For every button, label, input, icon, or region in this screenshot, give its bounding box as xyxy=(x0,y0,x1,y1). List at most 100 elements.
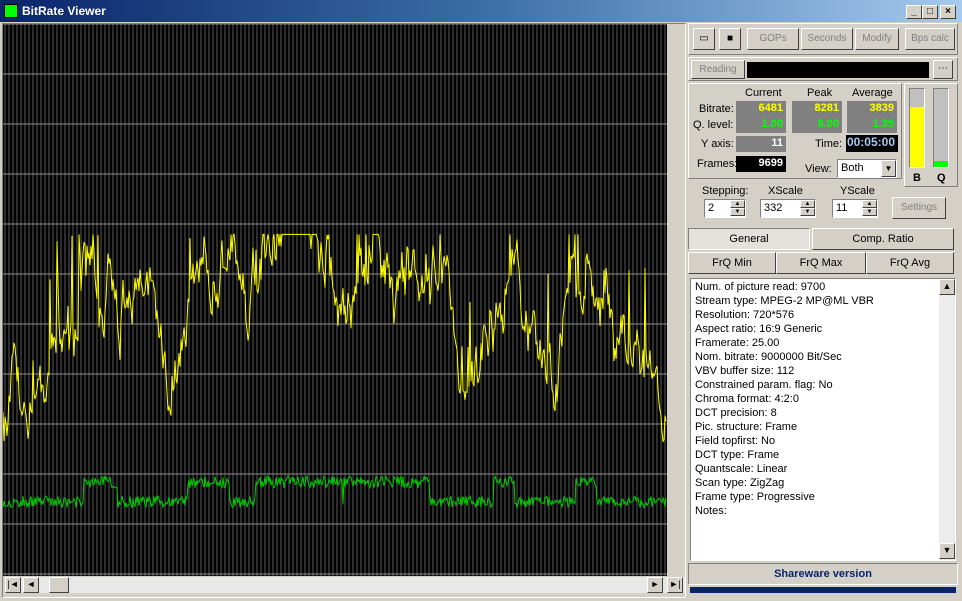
yscale-up-button[interactable]: ▲ xyxy=(862,200,877,208)
reading-progress-bar xyxy=(747,62,929,78)
info-line: Notes: xyxy=(695,505,727,517)
qlevel-meter xyxy=(933,88,949,168)
floppy-disk-icon: ■ xyxy=(726,33,734,44)
browse-button[interactable]: ⋯ xyxy=(933,60,953,79)
qlevel-label: Q. level: xyxy=(693,119,734,131)
view-label: View: xyxy=(805,163,832,175)
scroll-down-button[interactable]: ▼ xyxy=(939,543,955,559)
time-value: 00:05:00 xyxy=(846,135,898,152)
horizontal-scrollbar[interactable]: |◄ ◄ ► ►| xyxy=(5,577,685,593)
qlevel-meter-fill xyxy=(934,160,948,167)
bitrate-current-value: 6481 xyxy=(736,101,786,117)
reading-row: Reading ⋯ xyxy=(688,57,958,81)
chevron-down-icon[interactable]: ▼ xyxy=(881,160,896,177)
info-line: Num. of picture read: 9700 xyxy=(695,281,826,293)
save-button[interactable]: ■ xyxy=(719,28,741,50)
app-icon[interactable] xyxy=(4,4,18,18)
gops-button[interactable]: GOPs xyxy=(747,28,799,50)
info-line: Aspect ratio: 16:9 Generic xyxy=(695,323,823,335)
bitrate-plot[interactable] xyxy=(2,23,667,576)
bps-calc-button[interactable]: Bps calc xyxy=(905,28,955,50)
open-file-button[interactable]: ▭ xyxy=(693,28,715,50)
meters-panel: B Q xyxy=(904,83,958,187)
settings-button[interactable]: Settings xyxy=(892,197,946,219)
scroll-left-button[interactable]: ◄ xyxy=(23,577,39,593)
bitrate-meter xyxy=(909,88,925,168)
progress-bar xyxy=(690,587,956,593)
xscale-label: XScale xyxy=(768,185,803,197)
info-line: Chroma format: 4:2:0 xyxy=(695,393,799,405)
qlevel-peak-value: 8.00 xyxy=(792,117,842,133)
stepping-up-button[interactable]: ▲ xyxy=(730,200,745,208)
bitrate-average-value: 3839 xyxy=(847,101,897,117)
info-line: Pic. structure: Frame xyxy=(695,421,798,433)
bitrate-graph xyxy=(2,23,667,576)
modify-button[interactable]: Modify xyxy=(855,28,899,50)
scroll-right-button[interactable]: ► xyxy=(647,577,663,593)
frames-label: Frames: xyxy=(697,158,738,170)
maximize-button[interactable]: □ xyxy=(922,5,938,19)
right-panel: ▭ ■ GOPs Seconds Modify Bps calc Reading… xyxy=(688,23,958,598)
minimize-button[interactable]: _ xyxy=(906,5,922,19)
info-line: Field topfirst: No xyxy=(695,435,776,447)
info-line: Nom. bitrate: 9000000 Bit/Sec xyxy=(695,351,842,363)
stepping-down-button[interactable]: ▼ xyxy=(730,208,745,216)
current-column-header: Current xyxy=(745,87,782,99)
tab-frq-max[interactable]: FrQ Max xyxy=(776,252,866,274)
window-title: BitRate Viewer xyxy=(22,4,106,18)
average-column-header: Average xyxy=(852,87,893,99)
scroll-thumb[interactable] xyxy=(49,577,69,593)
yscale-value: 11 xyxy=(836,202,848,214)
bitrate-meter-fill xyxy=(910,106,924,167)
info-vertical-scrollbar[interactable]: ▲ ▼ xyxy=(939,279,955,560)
info-line: Scan type: ZigZag xyxy=(695,477,785,489)
xscale-spinner[interactable]: 332 ▲ ▼ xyxy=(760,199,816,218)
stepping-label: Stepping: xyxy=(702,185,749,197)
stepping-spinner[interactable]: 2 ▲ ▼ xyxy=(704,199,746,218)
reading-button[interactable]: Reading xyxy=(691,60,745,79)
yscale-spinner[interactable]: 11 ▲ ▼ xyxy=(832,199,878,218)
scroll-last-button[interactable]: ►| xyxy=(667,577,683,593)
yscale-label: YScale xyxy=(840,185,875,197)
tab-general[interactable]: General xyxy=(688,228,810,250)
info-line: Stream type: MPEG-2 MP@ML VBR xyxy=(695,295,874,307)
stepping-value: 2 xyxy=(708,202,715,214)
xscale-down-button[interactable]: ▼ xyxy=(800,208,815,216)
qlevel-series-line xyxy=(2,474,667,510)
view-select[interactable]: Both ▼ xyxy=(837,159,897,178)
stream-info-text[interactable]: Num. of picture read: 9700 Stream type: M… xyxy=(690,278,956,561)
xscale-up-button[interactable]: ▲ xyxy=(800,200,815,208)
frames-value: 9699 xyxy=(736,156,786,172)
seconds-button[interactable]: Seconds xyxy=(801,28,853,50)
info-line: DCT type: Frame xyxy=(695,449,780,461)
yscale-down-button[interactable]: ▼ xyxy=(862,208,877,216)
close-button[interactable]: × xyxy=(940,5,956,19)
title-bar: BitRate Viewer _ □ × xyxy=(0,0,962,22)
info-line: Constrained param. flag: No xyxy=(695,379,833,391)
info-line: DCT precision: 8 xyxy=(695,407,777,419)
folder-icon: ▭ xyxy=(699,33,709,44)
scroll-first-button[interactable]: |◄ xyxy=(5,577,21,593)
info-line: Resolution: 720*576 xyxy=(695,309,795,321)
bitrate-peak-value: 8281 xyxy=(792,101,842,117)
bitrate-label: Bitrate: xyxy=(699,103,734,115)
stats-panel: Current Peak Average Bitrate: 6481 8281 … xyxy=(688,83,902,179)
yaxis-value: 11 xyxy=(736,136,786,152)
tab-frq-min[interactable]: FrQ Min xyxy=(688,252,776,274)
info-line: Framerate: 25.00 xyxy=(695,337,780,349)
scale-controls: Stepping: 2 ▲ ▼ XScale 332 ▲ ▼ YScale 11… xyxy=(688,181,958,227)
toolbar: ▭ ■ GOPs Seconds Modify Bps calc xyxy=(688,23,958,55)
view-select-value: Both xyxy=(841,162,864,174)
status-bar: Shareware version xyxy=(688,563,958,585)
scroll-up-button[interactable]: ▲ xyxy=(939,279,955,295)
info-line: Quantscale: Linear xyxy=(695,463,788,475)
tab-frq-avg[interactable]: FrQ Avg xyxy=(866,252,954,274)
time-label: Time: xyxy=(815,138,843,150)
qlevel-current-value: 1.00 xyxy=(736,117,786,133)
xscale-value: 332 xyxy=(764,202,783,214)
tab-comp-ratio[interactable]: Comp. Ratio xyxy=(812,228,954,250)
info-line: VBV buffer size: 112 xyxy=(695,365,795,377)
peak-column-header: Peak xyxy=(807,87,833,99)
qlevel-average-value: 1.35 xyxy=(847,117,897,133)
yaxis-label: Y axis: xyxy=(701,138,734,150)
